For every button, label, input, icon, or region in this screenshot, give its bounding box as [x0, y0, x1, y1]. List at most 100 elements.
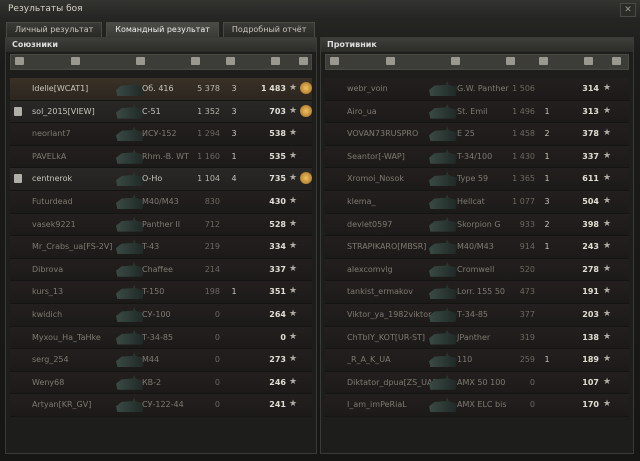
tank-icon	[429, 306, 457, 322]
damage-value: 712	[204, 219, 220, 229]
damage-value: 0	[214, 309, 220, 319]
player-name: webr_voin	[347, 84, 388, 93]
vehicle-sort-icon[interactable]	[136, 57, 145, 65]
vehicle-name: Panther II	[142, 219, 181, 229]
star-icon: ★	[289, 308, 298, 319]
tank-icon	[429, 397, 457, 413]
kills-value: 1	[544, 355, 550, 365]
kills-value: 3	[231, 106, 237, 116]
platoon-sort-icon[interactable]	[330, 57, 339, 65]
xp-value: 703	[269, 106, 286, 116]
player-row[interactable]: Idelle[WCAT1] Об. 416 5 378 3 1 483 ★	[10, 78, 312, 101]
medal-icon[interactable]	[300, 82, 312, 94]
damage-value: 0	[529, 377, 535, 387]
xp-value: 170	[582, 400, 599, 410]
player-row[interactable]: vasek9221 Panther II 712 528 ★	[10, 213, 312, 237]
medal-sort-icon[interactable]	[612, 57, 621, 65]
player-name: Xromoi_Nosok	[347, 174, 404, 184]
medal-sort-icon[interactable]	[299, 57, 308, 65]
tank-icon	[429, 171, 457, 187]
player-row[interactable]: kurs_13 T-150 198 1 351 ★	[10, 281, 312, 304]
tank-icon	[429, 216, 457, 232]
player-row[interactable]: devlet0597 Skorpion G 933 2 398 ★	[325, 213, 629, 237]
player-row[interactable]: PAVELkA Rhm.-B. WT 1 160 1 535 ★	[10, 145, 312, 169]
player-row[interactable]: Artyan[KR_GV] СУ-122-44 0 241 ★	[10, 394, 312, 417]
player-row[interactable]: I_am_imPeRiaL AMX ELC bis 0 170 ★	[325, 394, 629, 417]
player-sort-icon[interactable]	[386, 57, 395, 65]
enemies-panel: Противник webr_voin G.W. Panther 1 506 314 ★…	[320, 37, 634, 454]
xp-sort-icon[interactable]	[584, 57, 593, 65]
player-row[interactable]: ChTbIY_KOT[UR-ST] JPanther 319 138 ★	[325, 326, 629, 350]
player-row[interactable]: Weny68 КВ-2 0 246 ★	[10, 371, 312, 395]
player-row[interactable]: klema_ Hellcat 1 077 3 504 ★	[325, 190, 629, 214]
damage-sort-icon[interactable]	[191, 57, 200, 65]
player-row[interactable]: centnerok O-Ho 1 104 4 735 ★	[10, 168, 312, 191]
xp-value: 504	[582, 196, 599, 206]
tab-team[interactable]: Командный результат	[106, 22, 219, 37]
star-icon: ★	[603, 376, 612, 387]
player-row[interactable]: Viktor_ya_1982viktor Т-34-85 377 203 ★	[325, 303, 629, 327]
kills-sort-icon[interactable]	[226, 57, 235, 65]
star-icon: ★	[289, 150, 298, 161]
player-row[interactable]: _R_A_K_UA 110 259 1 189 ★	[325, 349, 629, 372]
player-row[interactable]: Myxou_Ha_TaHke Т-34-85 0 0 ★	[10, 326, 312, 350]
star-icon: ★	[289, 105, 298, 116]
tank-icon	[116, 148, 144, 164]
tab-personal[interactable]: Личный результат	[6, 22, 103, 37]
star-icon: ★	[289, 354, 298, 365]
player-sort-icon[interactable]	[71, 57, 80, 65]
player-row[interactable]: alexcomvlg Cromwell 520 278 ★	[325, 258, 629, 282]
medal-icon[interactable]	[300, 172, 312, 185]
tank-icon	[116, 261, 144, 277]
tab-detailed[interactable]: Подробный отчёт	[222, 22, 316, 37]
player-name: Airo_ua	[347, 106, 377, 116]
xp-value: 278	[582, 264, 599, 274]
xp-value: 337	[269, 264, 286, 274]
star-icon: ★	[603, 105, 612, 116]
player-row[interactable]: Seantor[-WAP] T-34/100 1 430 1 337 ★	[325, 145, 629, 169]
player-name: Viktor_ya_1982viktor	[347, 309, 432, 319]
platoon-sort-icon[interactable]	[15, 57, 24, 65]
tank-icon	[116, 397, 144, 413]
player-name: Mr_Crabs_ua[FS-2V]	[32, 242, 113, 252]
star-icon: ★	[603, 150, 612, 161]
player-row[interactable]: STRAPIKARO[MBSR] M40/M43 914 1 243 ★	[325, 236, 629, 259]
vehicle-name: M40/M43	[457, 242, 494, 252]
xp-value: 264	[269, 309, 286, 319]
player-row[interactable]: Dibrova Chaffee 214 337 ★	[10, 258, 312, 282]
close-button[interactable]: ✕	[620, 3, 636, 17]
player-row[interactable]: Diktator_dpua[ZS_UA] AMX 50 100 0 107 ★	[325, 371, 629, 395]
xp-sort-icon[interactable]	[271, 57, 280, 65]
player-row[interactable]: Futurdead M40/M43 830 430 ★	[10, 190, 312, 214]
player-row[interactable]: VOVAN73RUSPRO E 25 1 458 2 378 ★	[325, 123, 629, 146]
player-name: Idelle[WCAT1]	[32, 84, 89, 93]
enemies-column-header	[325, 54, 629, 70]
kills-sort-icon[interactable]	[539, 57, 548, 65]
tank-icon	[116, 103, 144, 119]
vehicle-sort-icon[interactable]	[451, 57, 460, 65]
player-row[interactable]: webr_voin G.W. Panther 1 506 314 ★	[325, 78, 629, 101]
player-row[interactable]: Airo_ua St. Emil 1 496 1 313 ★	[325, 100, 629, 124]
vehicle-name: ИСУ-152	[142, 129, 177, 139]
player-row[interactable]: serg_254 M44 0 273 ★	[10, 349, 312, 372]
allies-list: Idelle[WCAT1] Об. 416 5 378 3 1 483 ★ sol_2015…	[10, 78, 312, 417]
damage-value: 914	[519, 242, 535, 252]
platoon-icon	[14, 106, 22, 116]
damage-value: 198	[204, 287, 220, 297]
damage-value: 1 104	[197, 174, 220, 184]
star-icon: ★	[603, 399, 612, 410]
damage-sort-icon[interactable]	[506, 57, 515, 65]
player-row[interactable]: Mr_Crabs_ua[FS-2V] T-43 219 334 ★	[10, 236, 312, 259]
player-row[interactable]: kwidich СУ-100 0 264 ★	[10, 303, 312, 327]
tank-icon	[116, 374, 144, 390]
player-name: Myxou_Ha_TaHke	[32, 332, 101, 342]
tank-icon	[429, 81, 457, 96]
vehicle-name: E 25	[457, 129, 475, 139]
player-row[interactable]: Xromoi_Nosok Type 59 1 365 1 611 ★	[325, 168, 629, 191]
damage-value: 0	[214, 332, 220, 342]
medal-icon[interactable]	[300, 104, 312, 117]
player-row[interactable]: tankist_ermakov Lorr. 155 50 473 191 ★	[325, 281, 629, 304]
window-title: Результаты боя	[8, 4, 83, 14]
player-row[interactable]: sol_2015[VIEW] С-51 1 352 3 703 ★	[10, 100, 312, 124]
player-row[interactable]: neorlant7 ИСУ-152 1 294 3 538 ★	[10, 123, 312, 146]
